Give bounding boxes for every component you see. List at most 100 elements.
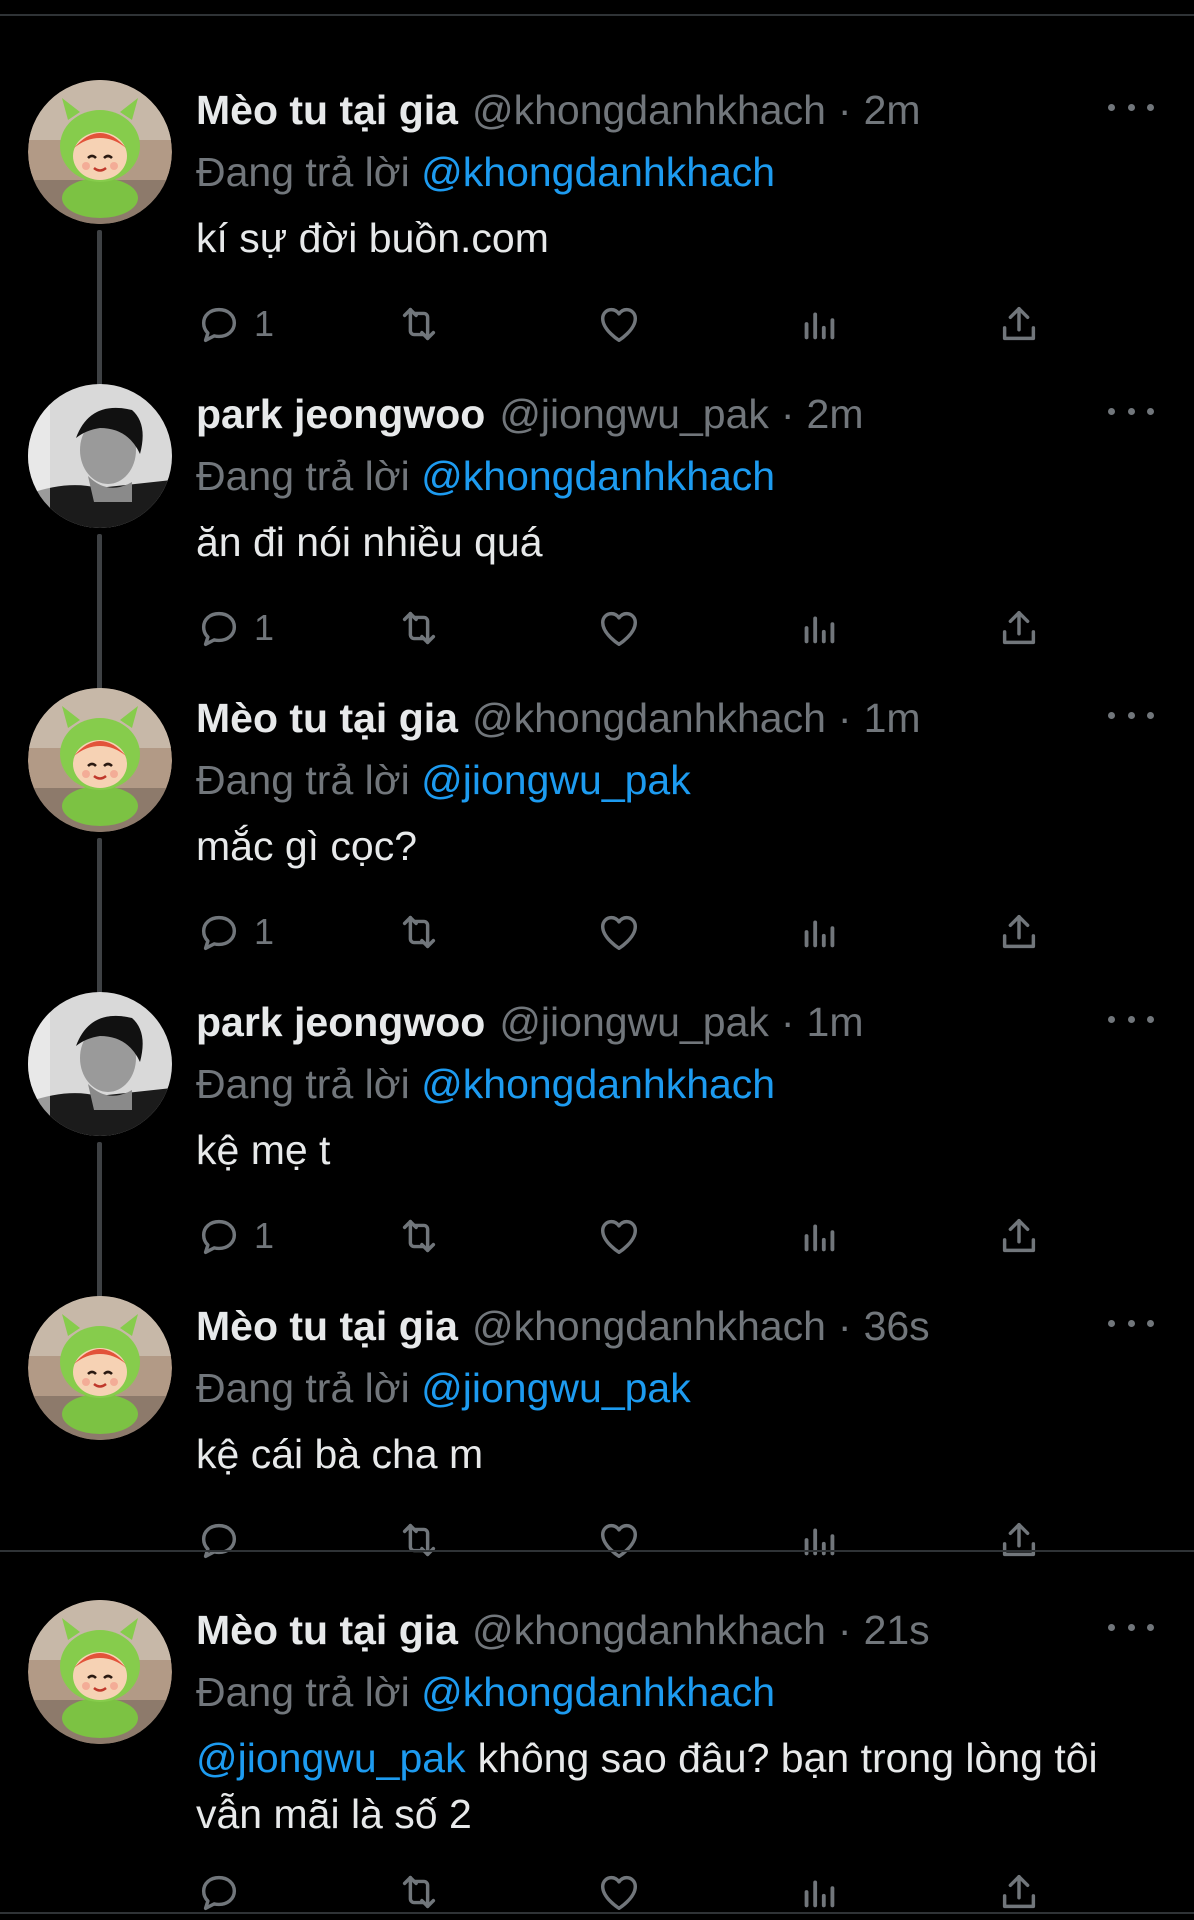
retweet-icon <box>396 1869 442 1915</box>
tweet-5[interactable]: Mèo tu tại gia @khongdanhkhach · 36s Đan… <box>0 1256 1194 1560</box>
tweet-text: ăn đi nói nhiều quá <box>196 514 1166 570</box>
replying-to: Đang trả lời @jiongwu_pak <box>196 1360 691 1416</box>
views-icon <box>796 301 842 347</box>
separator-dot: · <box>837 1607 852 1653</box>
like-icon <box>596 909 642 955</box>
share-icon <box>996 1213 1042 1259</box>
share-icon <box>996 1517 1042 1563</box>
reply-count: 1 <box>254 1215 275 1256</box>
user-handle[interactable]: @jiongwu_pak <box>499 992 769 1052</box>
user-handle[interactable]: @jiongwu_pak <box>499 384 769 444</box>
tweet-4[interactable]: park jeongwoo @jiongwu_pak · 1m Đang trả… <box>0 952 1194 1336</box>
display-name[interactable]: Mèo tu tại gia <box>196 80 458 140</box>
separator-dot: · <box>780 999 795 1045</box>
reply-icon <box>196 605 242 651</box>
timestamp[interactable]: 21s <box>864 1600 930 1660</box>
replying-to-label: Đang trả lời <box>196 453 410 499</box>
display-name[interactable]: Mèo tu tại gia <box>196 1296 458 1356</box>
text-mention[interactable]: @jiongwu_pak <box>196 1735 466 1781</box>
bottom-divider <box>0 1912 1194 1914</box>
views-icon <box>796 1517 842 1563</box>
more-icon[interactable] <box>1108 92 1154 122</box>
replying-to-label: Đang trả lời <box>196 1365 410 1411</box>
timestamp[interactable]: 2m <box>864 80 921 140</box>
timestamp[interactable]: 1m <box>864 688 921 748</box>
green-mascot-avatar[interactable] <box>28 1296 172 1440</box>
reply-icon <box>196 909 242 955</box>
display-name[interactable]: park jeongwoo <box>196 384 485 444</box>
replying-to-mention[interactable]: @jiongwu_pak <box>421 757 691 803</box>
replying-to: Đang trả lời @khongdanhkhach <box>196 144 775 200</box>
reply-icon <box>196 1869 242 1915</box>
tweet-text: @jiongwu_pak không sao đâu? bạn trong lòn… <box>196 1730 1166 1842</box>
user-handle[interactable]: @khongdanhkhach <box>472 1296 826 1356</box>
views-icon <box>796 605 842 651</box>
more-icon[interactable] <box>1108 1308 1154 1338</box>
reply-icon <box>196 1517 242 1563</box>
tweet-2[interactable]: park jeongwoo @jiongwu_pak · 2m Đang trả… <box>0 344 1194 728</box>
display-name[interactable]: Mèo tu tại gia <box>196 1600 458 1660</box>
display-name[interactable]: Mèo tu tại gia <box>196 688 458 748</box>
bw-portrait-avatar[interactable] <box>28 384 172 528</box>
replying-to-mention[interactable]: @khongdanhkhach <box>421 453 775 499</box>
like-icon <box>596 1517 642 1563</box>
tweet-3[interactable]: Mèo tu tại gia @khongdanhkhach · 1m Đang… <box>0 648 1194 1032</box>
tweet-body: mắc gì cọc? <box>196 823 418 869</box>
separator-dot: · <box>780 391 795 437</box>
retweet-icon <box>396 605 442 651</box>
tweet-1[interactable]: Mèo tu tại gia @khongdanhkhach · 2m Đang… <box>0 40 1194 424</box>
tweet-body: kệ cái bà cha m <box>196 1431 484 1477</box>
thread-divider <box>0 1550 1194 1552</box>
replying-to-label: Đang trả lời <box>196 149 410 195</box>
separator-dot: · <box>837 87 852 133</box>
tweet-text: kí sự đời buồn.com <box>196 210 1166 266</box>
green-mascot-avatar[interactable] <box>28 688 172 832</box>
share-icon <box>996 301 1042 347</box>
tweet-text: mắc gì cọc? <box>196 818 1166 874</box>
timestamp[interactable]: 1m <box>807 992 864 1052</box>
tweet-text: kệ cái bà cha m <box>196 1426 1166 1482</box>
tweet-body: kệ mẹ t <box>196 1127 331 1173</box>
display-name[interactable]: park jeongwoo <box>196 992 485 1052</box>
tweet-6[interactable]: Mèo tu tại gia @khongdanhkhach · 21s Đan… <box>0 1560 1194 1912</box>
more-icon[interactable] <box>1108 396 1154 426</box>
replying-to-mention[interactable]: @khongdanhkhach <box>421 1669 775 1715</box>
tweet-header: Mèo tu tại gia @khongdanhkhach · 1m <box>196 688 1096 748</box>
more-icon[interactable] <box>1108 700 1154 730</box>
replying-to-mention[interactable]: @khongdanhkhach <box>421 1061 775 1107</box>
replying-to-mention[interactable]: @jiongwu_pak <box>421 1365 691 1411</box>
green-mascot-avatar[interactable] <box>28 80 172 224</box>
tweet-header: Mèo tu tại gia @khongdanhkhach · 21s <box>196 1600 1096 1660</box>
user-handle[interactable]: @khongdanhkhach <box>472 1600 826 1660</box>
reply-count: 1 <box>254 911 275 952</box>
more-icon[interactable] <box>1108 1612 1154 1642</box>
user-handle[interactable]: @khongdanhkhach <box>472 80 826 140</box>
separator-dot: · <box>837 695 852 741</box>
reply-icon <box>196 1213 242 1259</box>
reply-icon <box>196 301 242 347</box>
replying-to: Đang trả lời @khongdanhkhach <box>196 448 775 504</box>
like-icon <box>596 605 642 651</box>
timestamp[interactable]: 2m <box>807 384 864 444</box>
top-divider <box>0 14 1194 16</box>
share-icon <box>996 605 1042 651</box>
replying-to-label: Đang trả lời <box>196 1669 410 1715</box>
replying-to: Đang trả lời @khongdanhkhach <box>196 1664 775 1720</box>
user-handle[interactable]: @khongdanhkhach <box>472 688 826 748</box>
views-icon <box>796 1869 842 1915</box>
views-icon <box>796 909 842 955</box>
replying-to: Đang trả lời @jiongwu_pak <box>196 752 691 808</box>
like-icon <box>596 301 642 347</box>
reply-count: 1 <box>254 303 275 344</box>
green-mascot-avatar[interactable] <box>28 1600 172 1744</box>
retweet-icon <box>396 1517 442 1563</box>
replying-to-label: Đang trả lời <box>196 757 410 803</box>
bw-portrait-avatar[interactable] <box>28 992 172 1136</box>
tweet-header: Mèo tu tại gia @khongdanhkhach · 2m <box>196 80 1096 140</box>
replying-to-mention[interactable]: @khongdanhkhach <box>421 149 775 195</box>
like-icon <box>596 1213 642 1259</box>
replying-to: Đang trả lời @khongdanhkhach <box>196 1056 775 1112</box>
more-icon[interactable] <box>1108 1004 1154 1034</box>
retweet-icon <box>396 301 442 347</box>
timestamp[interactable]: 36s <box>864 1296 930 1356</box>
